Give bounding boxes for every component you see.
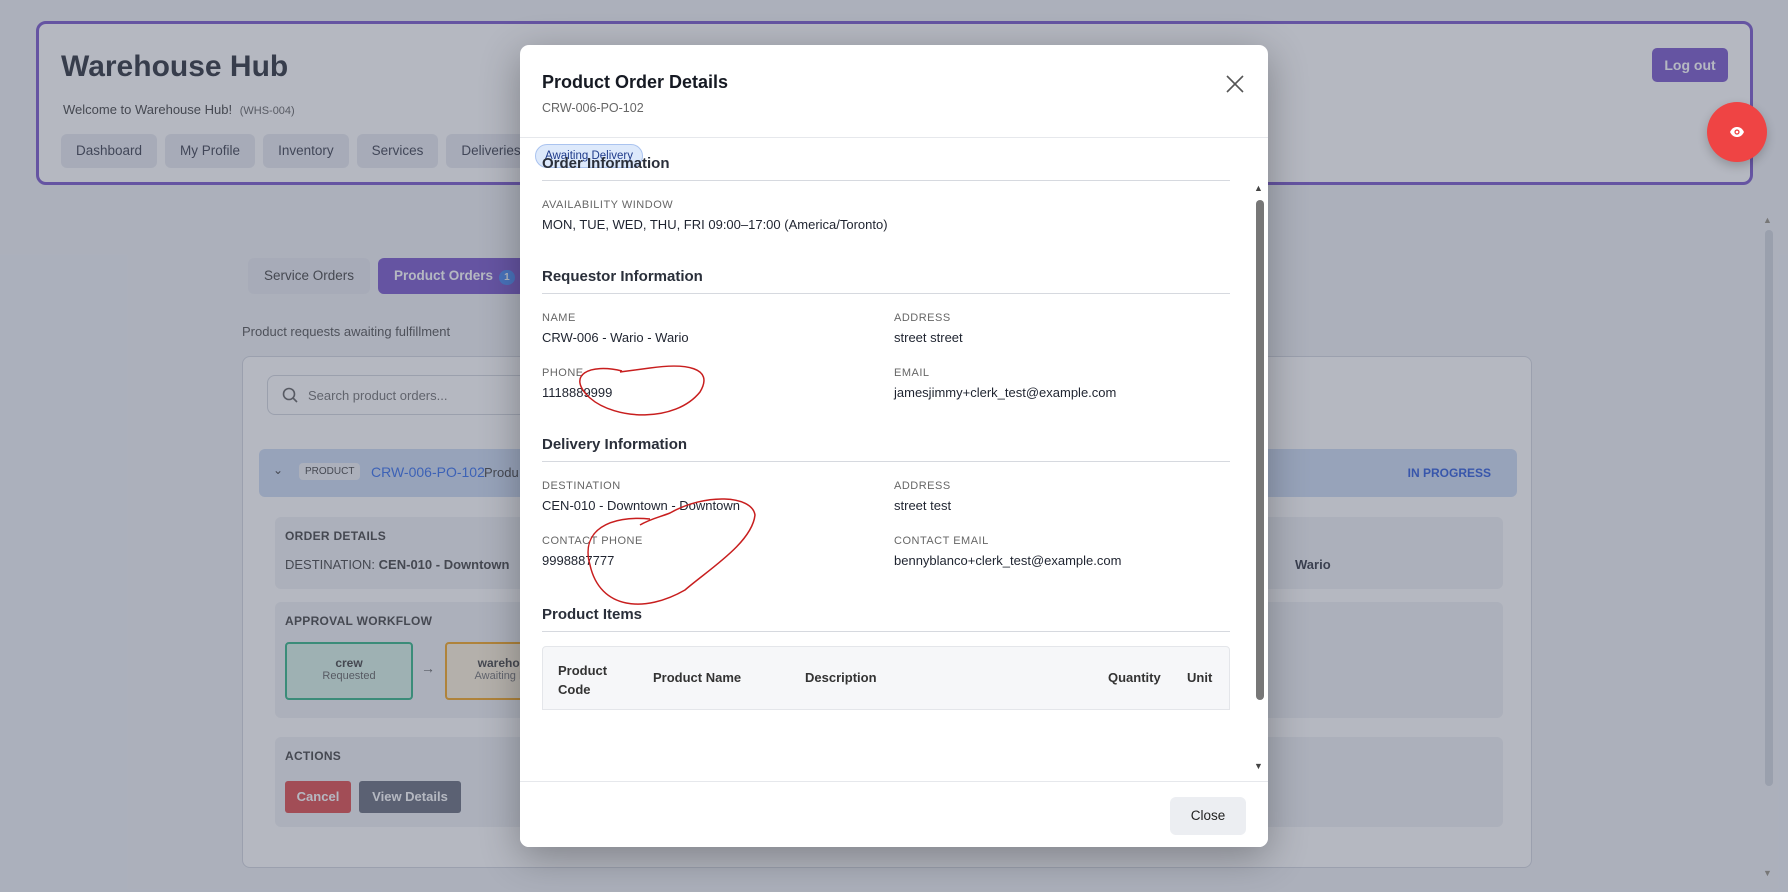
modal-body: Awaiting Delivery Order Information AVAI… (520, 139, 1268, 823)
availability-value: MON, TUE, WED, THU, FRI 09:00–17:00 (Ame… (542, 217, 888, 232)
contact-phone-label: CONTACT PHONE (542, 535, 643, 547)
availability-field: AVAILABILITY WINDOW MON, TUE, WED, THU, … (542, 199, 888, 232)
modal-header: Product Order Details CRW-006-PO-102 (520, 45, 1268, 138)
delivery-information-section: Delivery Information DESTINATION CEN-010… (542, 436, 1230, 568)
order-information-section: Order Information AVAILABILITY WINDOW MO… (542, 155, 1230, 232)
requestor-address-field: ADDRESS street street (894, 312, 963, 345)
contact-phone-value: 9998887777 (542, 553, 615, 568)
delivery-address-field: ADDRESS street test (894, 480, 951, 513)
requestor-phone-label: PHONE (542, 367, 584, 379)
modal-scrollbar[interactable] (1256, 200, 1264, 700)
page-scroll-up-arrow[interactable]: ▲ (1763, 215, 1772, 225)
contact-phone-field: CONTACT PHONE 9998887777 (542, 535, 643, 568)
requestor-address-label: ADDRESS (894, 312, 951, 324)
modal-footer: Close (520, 781, 1268, 847)
requestor-email-label: EMAIL (894, 367, 930, 379)
modal-scroll-down-arrow[interactable]: ▼ (1254, 761, 1263, 771)
close-button[interactable]: Close (1170, 797, 1246, 835)
delivery-destination-field: DESTINATION CEN-010 - Downtown - Downtow… (542, 480, 740, 513)
eye-icon (1730, 127, 1744, 137)
delivery-information-title: Delivery Information (542, 436, 1230, 462)
requestor-email-field: EMAIL jamesjimmy+clerk_test@example.com (894, 367, 1116, 400)
col-quantity: Quantity (1108, 670, 1161, 685)
col-description: Description (805, 670, 877, 685)
requestor-information-title: Requestor Information (542, 268, 1230, 294)
product-order-details-modal: Product Order Details CRW-006-PO-102 Awa… (520, 45, 1268, 847)
requestor-name-label: NAME (542, 312, 576, 324)
requestor-email-value: jamesjimmy+clerk_test@example.com (894, 385, 1117, 400)
requestor-phone-field: PHONE 1118889999 (542, 367, 612, 400)
product-items-title: Product Items (542, 606, 1230, 632)
delivery-destination-value: CEN-010 - Downtown - Downtown (542, 498, 740, 513)
col-product-name: Product Name (653, 670, 742, 685)
view-toggle-button[interactable] (1707, 102, 1767, 162)
product-items-table-header: Product Code Product Name Description Qu… (542, 646, 1230, 710)
page-scrollbar[interactable] (1765, 230, 1773, 786)
delivery-address-label: ADDRESS (894, 480, 951, 492)
requestor-phone-value: 1118889999 (542, 385, 613, 400)
col-product-code: Product Code (558, 663, 608, 697)
product-items-section: Product Items Product Code Product Name … (542, 606, 1230, 710)
modal-scroll-up-arrow[interactable]: ▲ (1254, 183, 1263, 193)
modal-title: Product Order Details (542, 72, 729, 92)
contact-email-label: CONTACT EMAIL (894, 535, 989, 547)
page-scroll-down-arrow[interactable]: ▼ (1763, 868, 1772, 878)
contact-email-field: CONTACT EMAIL bennyblanco+clerk_test@exa… (894, 535, 1121, 568)
close-icon[interactable] (1224, 73, 1246, 95)
contact-email-value: bennyblanco+clerk_test@example.com (894, 553, 1122, 568)
order-information-title: Order Information (542, 155, 1230, 181)
modal-order-id: CRW-006-PO-102 (542, 101, 644, 115)
col-unit: Unit (1187, 670, 1213, 685)
requestor-information-section: Requestor Information NAME CRW-006 - War… (542, 268, 1230, 400)
requestor-address-value: street street (894, 330, 963, 345)
requestor-name-value: CRW-006 - Wario - Wario (542, 330, 689, 345)
delivery-address-value: street test (894, 498, 952, 513)
availability-label: AVAILABILITY WINDOW (542, 199, 674, 211)
requestor-name-field: NAME CRW-006 - Wario - Wario (542, 312, 689, 345)
delivery-destination-label: DESTINATION (542, 480, 621, 492)
